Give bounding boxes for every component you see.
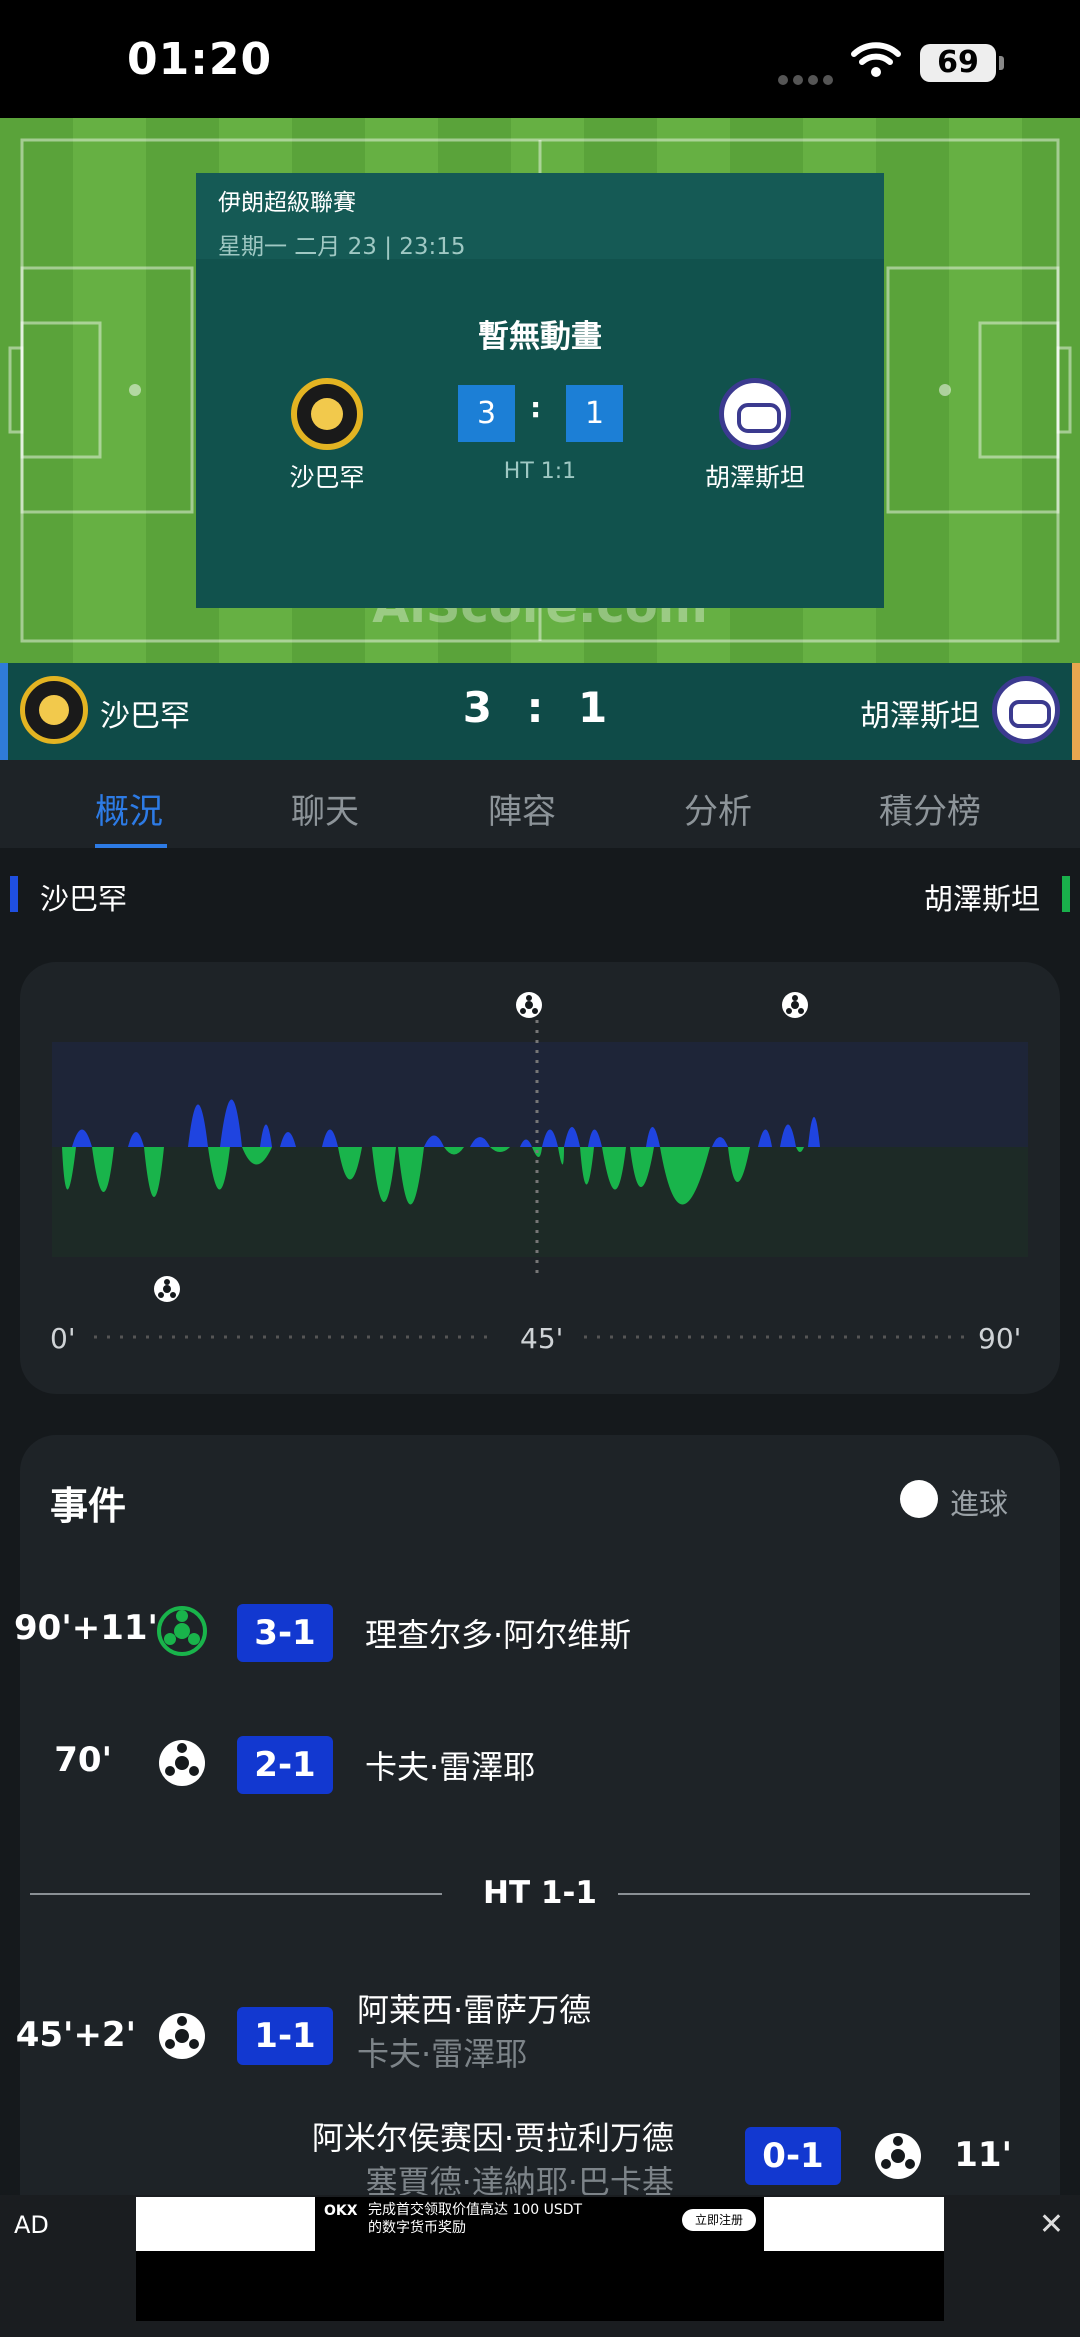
tab-bar: 概況 聊天 陣容 分析 積分榜 bbox=[0, 760, 1080, 848]
axis-label-start: 0' bbox=[50, 1322, 76, 1355]
tab-standings[interactable]: 積分榜 bbox=[879, 784, 981, 833]
event-row[interactable]: 70' 2-1 卡夫·雷澤耶 bbox=[0, 1724, 1040, 1804]
halftime-label: HT 1-1 bbox=[483, 1875, 597, 1911]
score-colon: : bbox=[530, 391, 542, 424]
event-score: 3-1 bbox=[237, 1604, 333, 1662]
ad-white-right bbox=[764, 2197, 944, 2251]
goal-ball-icon bbox=[159, 2013, 205, 2059]
card-header: 伊朗超級聯賽 星期一 二月 23 | 23:15 bbox=[196, 173, 884, 260]
momentum-panel: 0' 45' 90' bbox=[20, 962, 1060, 1394]
event-player[interactable]: 阿莱西·雷萨万德 bbox=[357, 1985, 591, 2031]
goal-ball-icon bbox=[159, 1740, 205, 1786]
ad-banner-container: AD OKX 完成首交领取价值高达 100 USDT 的数字货币奖励 立即注册 … bbox=[0, 2195, 1080, 2337]
event-player[interactable]: 理查尔多·阿尔维斯 bbox=[365, 1610, 631, 1656]
tab-chat[interactable]: 聊天 bbox=[291, 784, 359, 833]
event-minute: 45'+2' bbox=[15, 2015, 136, 2055]
score-bar: 沙巴罕 3 : 1 胡澤斯坦 bbox=[0, 663, 1080, 760]
event-row[interactable]: 90'+11' 3-1 理查尔多·阿尔维斯 bbox=[0, 1592, 1040, 1672]
battery-icon: 69 bbox=[920, 44, 1004, 82]
away-color-bar bbox=[1062, 876, 1070, 912]
signal-dots-icon bbox=[778, 70, 840, 85]
event-player[interactable]: 阿米尔侯赛因·贾拉利万德 bbox=[312, 2113, 674, 2159]
clock: 01:20 bbox=[127, 34, 273, 85]
event-score: 2-1 bbox=[237, 1736, 333, 1794]
momentum-chart: 0' 45' 90' bbox=[50, 992, 1028, 1355]
goal-legend-label: 進球 bbox=[950, 1487, 1009, 1521]
away-score: 1 bbox=[566, 385, 623, 442]
goal-marker-icon bbox=[516, 992, 542, 1018]
axis-label-mid: 45' bbox=[520, 1322, 563, 1355]
wifi-icon bbox=[851, 42, 901, 77]
tab-analysis[interactable]: 分析 bbox=[684, 784, 752, 833]
home-team-label: 沙巴罕 bbox=[40, 882, 128, 916]
away-crest-icon[interactable] bbox=[992, 676, 1060, 744]
event-minute: 11' bbox=[954, 2135, 1012, 2175]
home-crest-icon[interactable] bbox=[291, 378, 363, 450]
goal-ball-icon bbox=[157, 1606, 207, 1656]
goal-marker-icon bbox=[154, 1276, 180, 1302]
goal-legend-icon bbox=[900, 1480, 938, 1518]
home-score: 3 bbox=[458, 385, 515, 442]
halftime-score: HT 1:1 bbox=[503, 459, 577, 484]
events-title: 事件 bbox=[50, 1484, 127, 1528]
away-team-label: 胡澤斯坦 bbox=[923, 882, 1040, 916]
ad-text-line1: 完成首交领取价值高达 100 USDT bbox=[368, 2202, 583, 2218]
event-score: 0-1 bbox=[745, 2127, 841, 2185]
event-row[interactable]: 45'+2' 1-1 阿莱西·雷萨万德 卡夫·雷澤耶 bbox=[0, 1985, 1040, 2085]
ad-text: 完成首交领取价值高达 100 USDT 的数字货币奖励 bbox=[368, 2201, 598, 2237]
ad-register-button[interactable]: 立即注册 bbox=[682, 2209, 756, 2231]
active-tab-indicator bbox=[95, 844, 167, 848]
close-icon[interactable]: ✕ bbox=[1039, 2207, 1064, 2242]
event-minute: 90'+11' bbox=[14, 1608, 158, 1648]
ad-brand-logo: OKX bbox=[324, 2203, 358, 2219]
tab-lineups[interactable]: 陣容 bbox=[488, 784, 556, 833]
no-animation-label: 暫無動畫 bbox=[478, 319, 602, 355]
event-minute: 70' bbox=[54, 1740, 112, 1780]
ad-text-line2: 的数字货币奖励 bbox=[368, 2220, 466, 2236]
ad-banner[interactable]: OKX 完成首交领取价值高达 100 USDT 的数字货币奖励 立即注册 bbox=[136, 2197, 944, 2321]
event-score: 1-1 bbox=[237, 2007, 333, 2065]
goal-marker-icon bbox=[782, 992, 808, 1018]
league-name: 伊朗超級聯賽 bbox=[218, 190, 356, 216]
teams-legend-row: 沙巴罕 胡澤斯坦 bbox=[0, 868, 1080, 918]
away-team-name[interactable]: 胡澤斯坦 bbox=[860, 691, 980, 735]
away-zone bbox=[52, 1147, 1028, 1257]
screen: { "status_bar": {"time": "01:20", "batte… bbox=[0, 0, 1080, 2337]
tab-overview[interactable]: 概況 bbox=[95, 784, 163, 833]
axis-label-end: 90' bbox=[978, 1322, 1021, 1355]
goal-ball-icon bbox=[875, 2133, 921, 2179]
away-crest-icon[interactable] bbox=[719, 378, 791, 450]
event-assist[interactable]: 卡夫·雷澤耶 bbox=[357, 2029, 527, 2075]
ad-white-left bbox=[136, 2197, 315, 2251]
status-bar: 01:20 69 bbox=[0, 0, 1080, 118]
match-info-card: 伊朗超級聯賽 星期一 二月 23 | 23:15 暫無動畫 沙巴罕 胡澤斯坦 3… bbox=[196, 173, 884, 608]
home-color-bar bbox=[10, 876, 18, 912]
event-player[interactable]: 卡夫·雷澤耶 bbox=[365, 1742, 535, 1788]
match-datetime: 星期一 二月 23 | 23:15 bbox=[218, 234, 466, 260]
ad-tag: AD bbox=[14, 2211, 49, 2239]
